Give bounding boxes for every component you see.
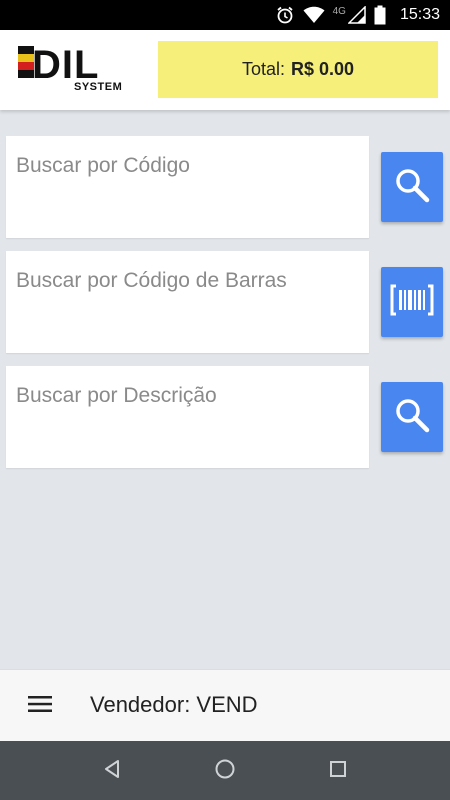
search-barcode-placeholder: Buscar por Código de Barras	[16, 269, 287, 292]
vendor-label: Vendedor: VEND	[90, 692, 258, 717]
edil-system-logo: DIL SYSTEM	[18, 42, 138, 93]
wifi-icon	[303, 6, 325, 24]
alarm-icon	[275, 5, 295, 25]
search-code-input[interactable]: Buscar por Código	[6, 136, 369, 238]
battery-icon	[374, 5, 386, 25]
svg-text:SYSTEM: SYSTEM	[74, 81, 122, 92]
search-icon	[394, 397, 430, 438]
network-type: 4G	[332, 5, 346, 17]
search-description-input[interactable]: Buscar por Descrição	[6, 366, 369, 468]
search-code-button[interactable]	[381, 152, 443, 222]
home-icon	[214, 758, 236, 785]
search-code-placeholder: Buscar por Código	[16, 154, 190, 177]
search-barcode-row: Buscar por Código de Barras	[6, 251, 444, 353]
search-code-row: Buscar por Código	[6, 136, 444, 238]
signal-icon	[347, 6, 366, 24]
hamburger-menu-icon	[28, 695, 52, 718]
scan-barcode-button[interactable]	[381, 267, 443, 337]
search-icon	[394, 167, 430, 208]
total-value: R$ 0.00	[290, 59, 355, 79]
recents-icon	[328, 759, 348, 784]
back-button[interactable]	[97, 756, 127, 786]
menu-button[interactable]	[20, 692, 60, 720]
app-header: DIL SYSTEM Total: R$ 0.00	[0, 30, 450, 110]
search-description-button[interactable]	[381, 382, 443, 452]
total-display: Total: R$ 0.00	[158, 41, 438, 98]
home-button[interactable]	[210, 756, 240, 786]
search-description-row: Buscar por Descrição	[6, 366, 444, 468]
back-icon	[102, 759, 122, 784]
recents-button[interactable]	[323, 756, 353, 786]
search-barcode-input[interactable]: Buscar por Código de Barras	[6, 251, 369, 353]
clock-time: 15:33	[399, 6, 440, 23]
total-label: Total:	[241, 59, 285, 79]
system-nav-bar	[0, 741, 450, 800]
bottom-bar: Vendedor: VEND	[0, 669, 450, 741]
status-bar: 4G 15:33	[0, 0, 450, 30]
search-description-placeholder: Buscar por Descrição	[16, 384, 217, 407]
barcode-scan-icon	[390, 282, 434, 323]
